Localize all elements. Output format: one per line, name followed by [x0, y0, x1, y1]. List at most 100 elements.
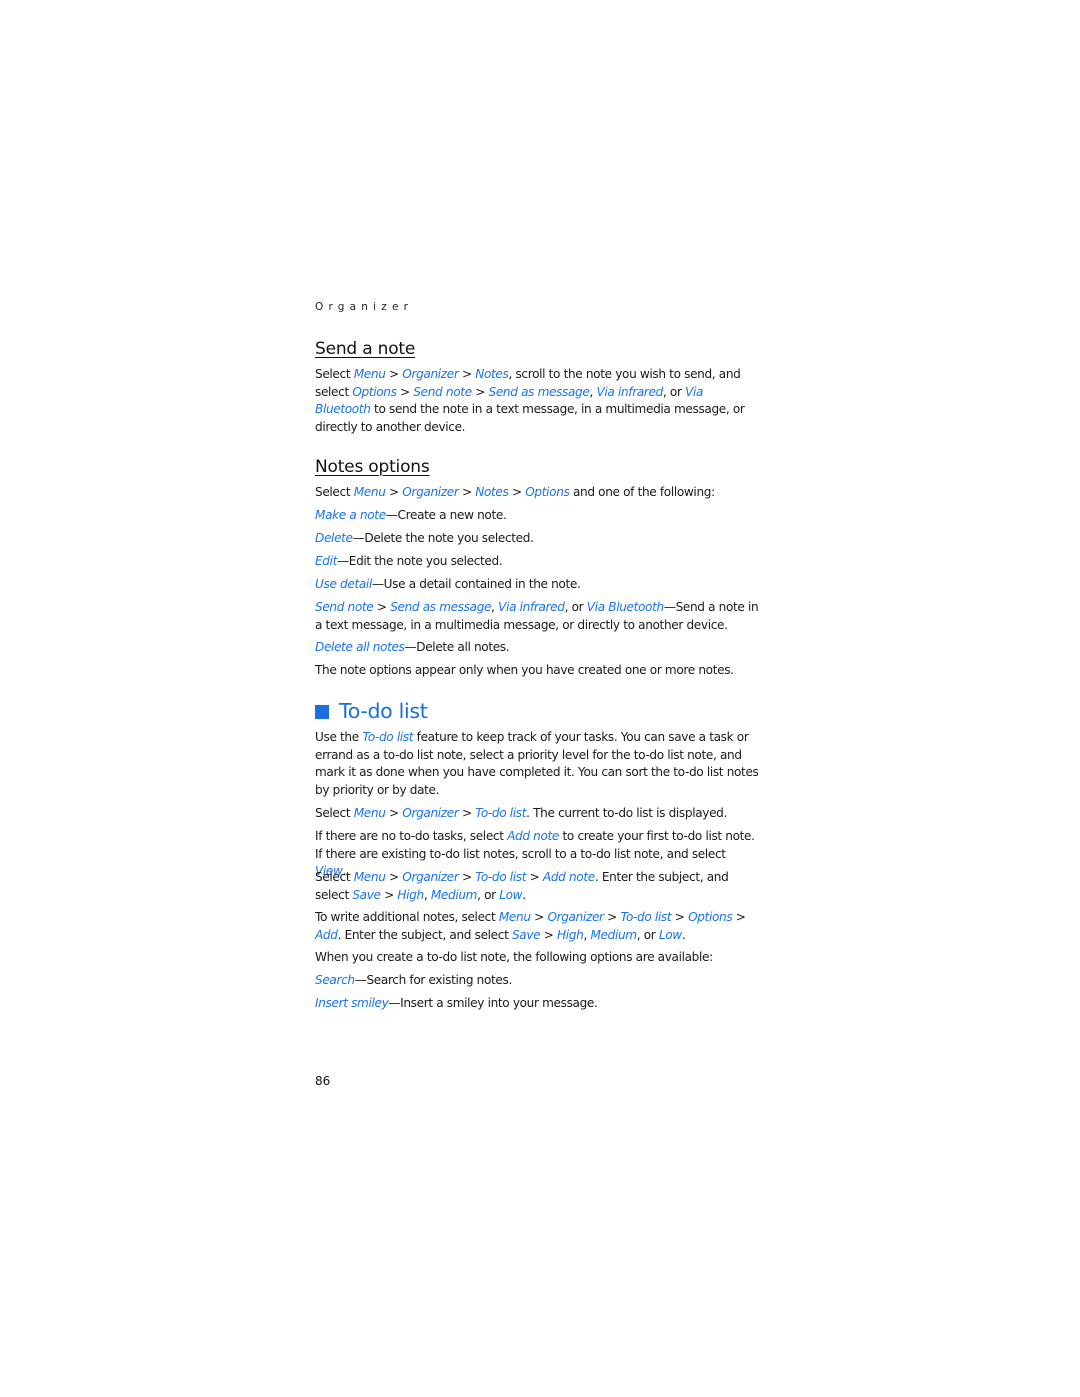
link-todo-list[interactable]: To-do list [475, 806, 526, 820]
separator: > [385, 485, 403, 499]
link-options[interactable]: Options [525, 485, 570, 499]
link-menu[interactable]: Menu [354, 485, 386, 499]
text: To write additional notes, select [315, 910, 499, 924]
link-send-note[interactable]: Send note [315, 600, 374, 614]
link-organizer[interactable]: Organizer [402, 367, 459, 381]
link-save[interactable]: Save [352, 888, 381, 902]
running-header: Organizer [315, 301, 414, 313]
separator: > [458, 870, 476, 884]
link-high[interactable]: High [557, 928, 584, 942]
link-menu[interactable]: Menu [499, 910, 531, 924]
separator: > [540, 927, 558, 942]
separator: > [603, 910, 621, 924]
text: . [522, 887, 526, 902]
separator: > [526, 870, 543, 884]
link-high[interactable]: High [397, 888, 424, 902]
link-options[interactable]: Options [352, 385, 397, 399]
link-organizer[interactable]: Organizer [547, 910, 604, 924]
option-item: Edit—Edit the note you selected. [315, 553, 760, 571]
option-item: Use detail—Use a detail contained in the… [315, 576, 760, 594]
todo-heading: To-do list [315, 699, 428, 723]
notes-options-intro: Select Menu > Organizer > Notes > Option… [315, 484, 760, 502]
text: . The current to-do list is displayed. [526, 806, 728, 820]
text: and one of the following: [569, 485, 715, 499]
option-term[interactable]: Use detail [315, 577, 372, 591]
link-menu[interactable]: Menu [354, 806, 386, 820]
link-send-as-message[interactable]: Send as message [489, 385, 590, 399]
link-todo-list[interactable]: To-do list [362, 730, 413, 744]
separator: > [385, 367, 403, 381]
link-todo-list[interactable]: To-do list [475, 870, 526, 884]
send-note-paragraph: Select Menu > Organizer > Notes, scroll … [315, 366, 760, 436]
option-term[interactable]: Delete all notes [315, 640, 405, 654]
todo-para-2: Select Menu > Organizer > To-do list. Th… [315, 805, 760, 823]
link-organizer[interactable]: Organizer [402, 485, 459, 499]
link-save[interactable]: Save [512, 928, 541, 942]
separator: > [385, 806, 403, 820]
option-desc: —Delete the note you selected. [352, 531, 534, 545]
link-medium[interactable]: Medium [431, 888, 478, 902]
page-number: 86 [315, 1074, 331, 1088]
link-medium[interactable]: Medium [590, 928, 637, 942]
option-item: Delete—Delete the note you selected. [315, 530, 760, 548]
separator: > [458, 485, 476, 499]
link-via-bluetooth[interactable]: Via Bluetooth [587, 600, 664, 614]
option-term[interactable]: Delete [315, 531, 353, 545]
separator: > [380, 887, 398, 902]
option-term[interactable]: Search [315, 973, 355, 987]
separator: > [385, 870, 403, 884]
link-organizer[interactable]: Organizer [402, 870, 459, 884]
link-menu[interactable]: Menu [354, 367, 386, 381]
link-organizer[interactable]: Organizer [402, 806, 459, 820]
link-notes[interactable]: Notes [475, 367, 509, 381]
option-item: Delete all notes—Delete all notes. [315, 639, 760, 657]
link-via-infrared[interactable]: Via infrared [498, 600, 565, 614]
link-todo-list[interactable]: To-do list [620, 910, 671, 924]
text: Select [315, 806, 354, 820]
notes-options-footnote: The note options appear only when you ha… [315, 663, 734, 677]
text: If there are no to-do tasks, select [315, 829, 508, 843]
separator: > [732, 910, 746, 924]
separator: , or [662, 384, 686, 399]
separator: > [458, 367, 476, 381]
link-via-infrared[interactable]: Via infrared [596, 385, 663, 399]
link-options[interactable]: Options [688, 910, 733, 924]
option-term[interactable]: Edit [315, 554, 337, 568]
separator: > [396, 384, 414, 399]
link-notes[interactable]: Notes [475, 485, 509, 499]
separator: , or [636, 927, 659, 942]
option-term[interactable]: Make a note [315, 508, 386, 522]
text: . [681, 927, 686, 942]
send-note-heading: Send a note [315, 339, 416, 359]
separator: , or [564, 600, 587, 614]
separator: > [471, 384, 489, 399]
option-term[interactable]: Insert smiley [315, 996, 389, 1010]
square-bullet-icon [315, 705, 329, 719]
option-item-send: Send note > Send as message, Via infrare… [315, 599, 760, 634]
option-item: Search—Search for existing notes. [315, 972, 760, 990]
option-desc: —Edit the note you selected. [337, 554, 503, 568]
option-item: Make a note—Create a new note. [315, 507, 760, 525]
text: Select [315, 367, 354, 381]
link-send-as-message[interactable]: Send as message [390, 600, 491, 614]
link-add-note[interactable]: Add note [507, 829, 559, 843]
text: Select [315, 485, 354, 499]
text: . Enter the subject, and select [337, 927, 512, 942]
todo-para-4: Select Menu > Organizer > To-do list > A… [315, 869, 760, 904]
todo-para-6: When you create a to-do list note, the f… [315, 950, 713, 964]
text: Use the [315, 730, 363, 744]
separator: > [530, 910, 548, 924]
notes-options-heading: Notes options [315, 457, 430, 477]
separator: > [671, 910, 689, 924]
separator: , or [477, 887, 500, 902]
option-desc: —Use a detail contained in the note. [371, 577, 581, 591]
link-add[interactable]: Add [315, 928, 338, 942]
link-low[interactable]: Low [499, 888, 522, 902]
link-add-note[interactable]: Add note [543, 870, 595, 884]
separator: > [508, 485, 526, 499]
link-menu[interactable]: Menu [354, 870, 386, 884]
link-send-note[interactable]: Send note [413, 385, 472, 399]
link-low[interactable]: Low [659, 928, 682, 942]
separator: > [373, 600, 391, 614]
todo-para-5: To write additional notes, select Menu >… [315, 909, 760, 944]
